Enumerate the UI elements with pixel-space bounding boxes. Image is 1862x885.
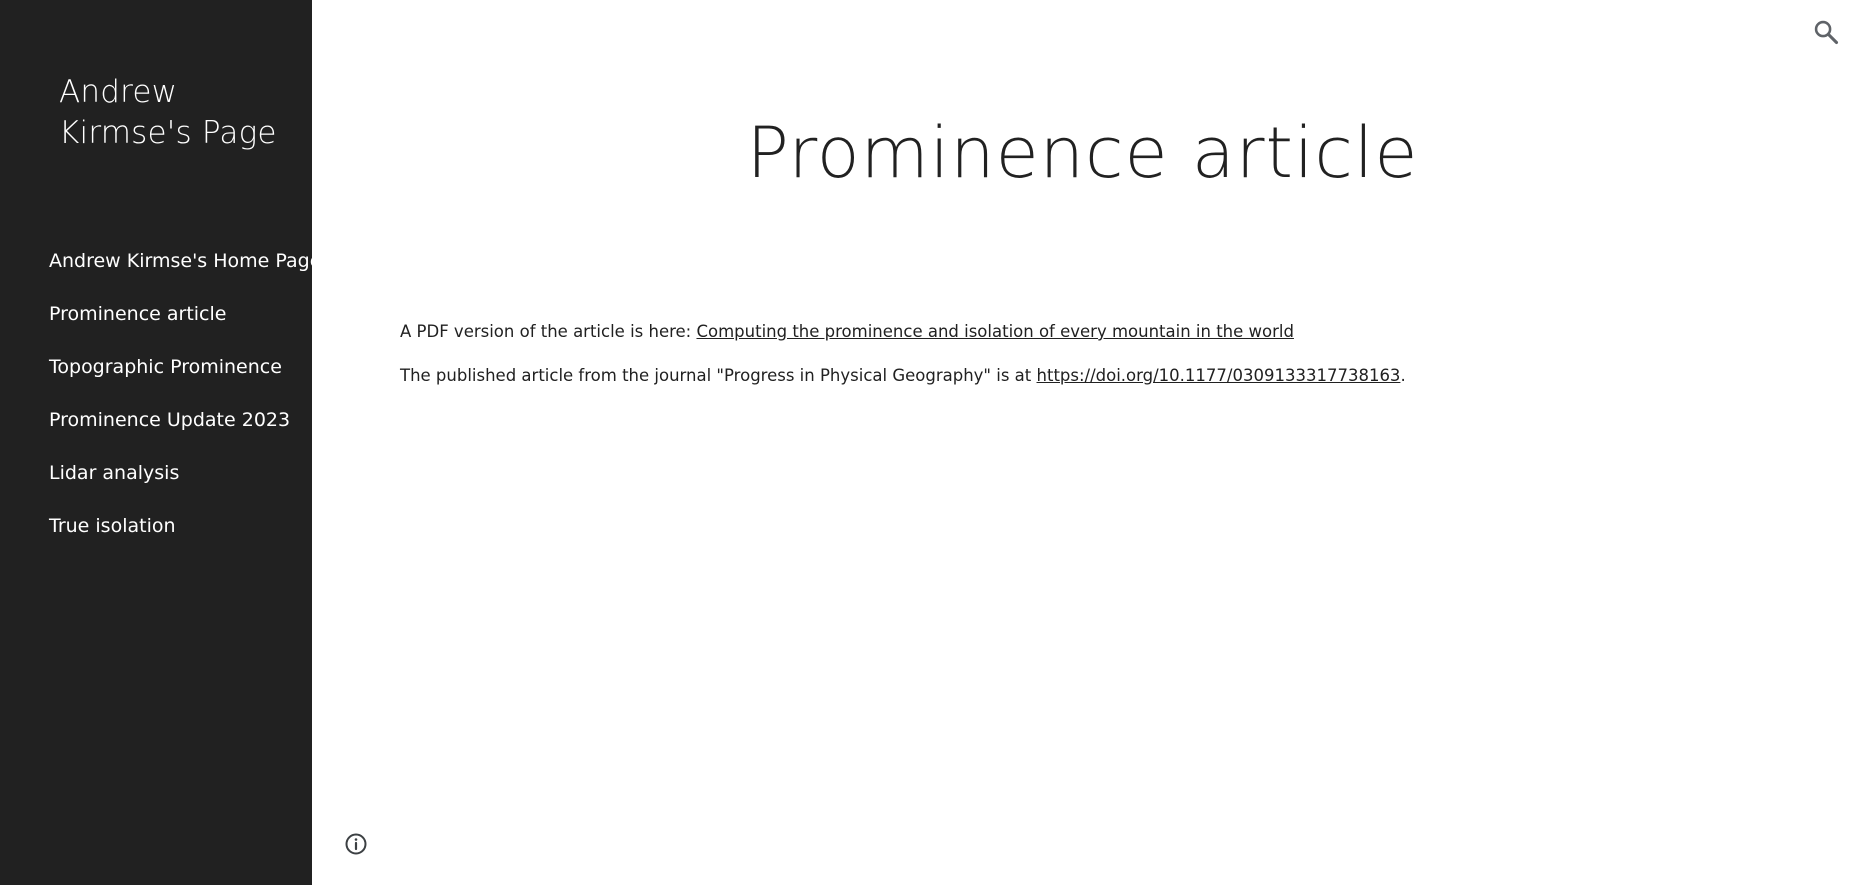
sidebar-item-home-page[interactable]: Andrew Kirmse's Home Page: [0, 239, 321, 292]
search-icon[interactable]: [1812, 18, 1840, 46]
sidebar-item-lidar-analysis[interactable]: Lidar analysis: [0, 451, 312, 504]
doi-paragraph: The published article from the journal "…: [400, 362, 1800, 406]
pdf-intro-text: A PDF version of the article is here:: [400, 322, 697, 341]
doi-suffix: .: [1400, 366, 1406, 385]
pdf-paragraph: A PDF version of the article is here: Co…: [400, 318, 1800, 362]
sidebar-item-prominence-update-2023[interactable]: Prominence Update 2023: [0, 398, 312, 451]
page-title: Prominence article: [746, 112, 1419, 194]
sidebar-item-true-isolation[interactable]: True isolation: [0, 504, 312, 557]
sidebar-item-prominence-article[interactable]: Prominence article: [0, 292, 312, 345]
pdf-article-link[interactable]: Computing the prominence and isolation o…: [696, 322, 1293, 341]
sidebar-nav: Andrew Kirmse's Home Page Prominence art…: [0, 239, 321, 557]
sidebar-item-topographic-prominence[interactable]: Topographic Prominence: [0, 345, 312, 398]
article-body: A PDF version of the article is here: Co…: [400, 318, 1800, 406]
doi-intro-text: The published article from the journal "…: [400, 366, 1037, 385]
site-title[interactable]: Andrew Kirmse's Page: [59, 72, 289, 154]
doi-link[interactable]: https://doi.org/10.1177/0309133317738163: [1037, 366, 1401, 385]
page: Andrew Kirmse's Page Andrew Kirmse's Hom…: [0, 0, 1862, 885]
sidebar: Andrew Kirmse's Page Andrew Kirmse's Hom…: [0, 0, 321, 885]
main-content: Prominence article A PDF version of the …: [312, 0, 1862, 885]
info-icon[interactable]: [344, 832, 368, 856]
